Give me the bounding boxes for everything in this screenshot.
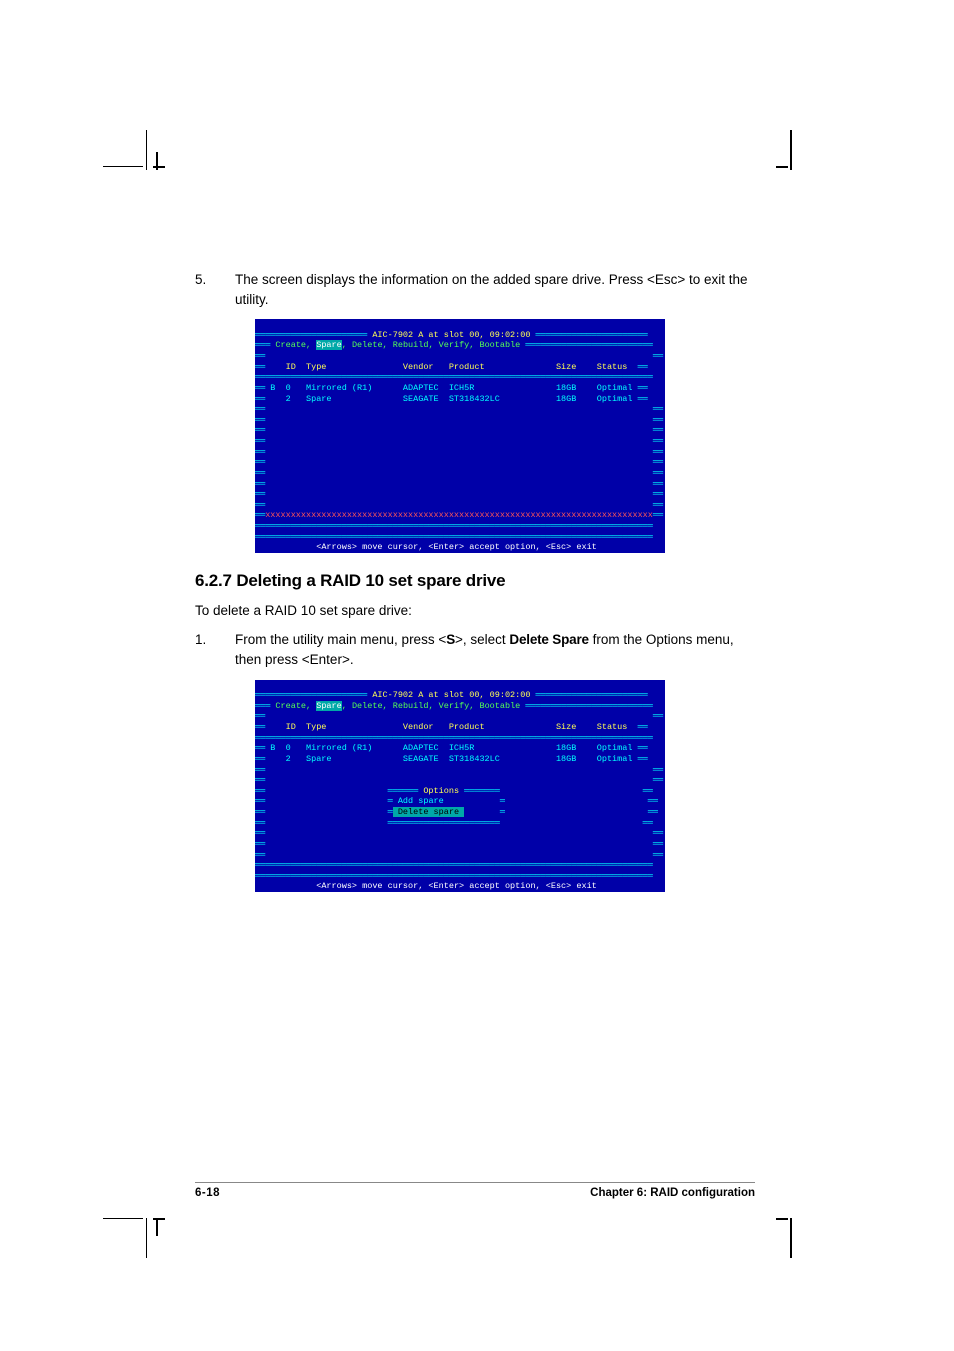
section-heading: 6.2.7 Deleting a RAID 10 set spare drive: [195, 571, 755, 591]
bios1-help: <Arrows> move cursor, <Enter> accept opt…: [316, 542, 597, 552]
crop-mark: [146, 1218, 147, 1258]
bios2-option-delete: Delete spare: [393, 807, 464, 817]
crop-mark: [103, 166, 143, 167]
intro-text: To delete a RAID 10 set spare drive:: [195, 601, 755, 621]
crop-mark: [146, 130, 147, 170]
crop-mark: [790, 1218, 792, 1258]
step-text: From the utility main menu, press <S>, s…: [235, 630, 755, 669]
crop-mark: [153, 166, 165, 168]
t1b: S: [446, 632, 455, 647]
bios1-xline: xxxxxxxxxxxxxxxxxxxxxxxxxxxxxxxxxxxxxxxx…: [265, 510, 653, 520]
crop-mark: [156, 152, 158, 170]
bios1-row1: B 0 Mirrored (R1) ADAPTEC ICH5R 18GB Opt…: [265, 383, 632, 393]
crop-mark: [776, 1218, 788, 1220]
bios2-title: AIC-7902 A at slot 00, 09:02:00: [367, 690, 535, 700]
bios-screenshot-1: ══════════════════════ AIC-7902 A at slo…: [255, 319, 665, 553]
bios2-headers: ID Type Vendor Product Size Status: [265, 722, 627, 732]
bios2-help: <Arrows> move cursor, <Enter> accept opt…: [316, 881, 597, 891]
crop-mark: [153, 1218, 165, 1220]
crop-mark: [103, 1218, 143, 1219]
t1a: From the utility main menu, press <: [235, 632, 446, 647]
bios1-menu-spare: Spare: [316, 340, 342, 350]
t1c: >, select: [455, 632, 509, 647]
crop-mark: [776, 166, 788, 168]
page-number: 6-18: [195, 1187, 220, 1199]
bios2-menu-post: , Delete, Rebuild, Verify, Bootable: [342, 701, 526, 711]
crop-mark: [790, 130, 792, 170]
step-number: 5.: [195, 270, 235, 309]
step-number: 1.: [195, 630, 235, 669]
bios1-menu-pre: Create,: [270, 340, 316, 350]
bios2-options-title: Options: [418, 786, 464, 796]
bios-screenshot-2: ══════════════════════ AIC-7902 A at slo…: [255, 680, 665, 893]
bios2-row1: B 0 Mirrored (R1) ADAPTEC ICH5R 18GB Opt…: [265, 743, 632, 753]
bios2-menu-pre: Create,: [270, 701, 316, 711]
page-content: 5. The screen displays the information o…: [195, 270, 755, 910]
bios2-row2: 2 Spare SEAGATE ST318432LC 18GB Optimal: [265, 754, 632, 764]
crop-mark: [156, 1218, 158, 1236]
bios2-option-add: Add spare: [393, 796, 444, 806]
bios2-menu-spare: Spare: [316, 701, 342, 711]
t1d: Delete Spare: [509, 632, 588, 647]
step-5: 5. The screen displays the information o…: [195, 270, 755, 309]
step-1: 1. From the utility main menu, press <S>…: [195, 630, 755, 669]
bios1-headers: ID Type Vendor Product Size Status: [265, 362, 627, 372]
chapter-title: Chapter 6: RAID configuration: [590, 1187, 755, 1199]
bios1-row2: 2 Spare SEAGATE ST318432LC 18GB Optimal: [265, 394, 632, 404]
bios1-menu-post: , Delete, Rebuild, Verify, Bootable: [342, 340, 526, 350]
step-text: The screen displays the information on t…: [235, 270, 755, 309]
bios1-title: AIC-7902 A at slot 00, 09:02:00: [367, 330, 535, 340]
page-footer: 6-18 Chapter 6: RAID configuration: [195, 1182, 755, 1199]
